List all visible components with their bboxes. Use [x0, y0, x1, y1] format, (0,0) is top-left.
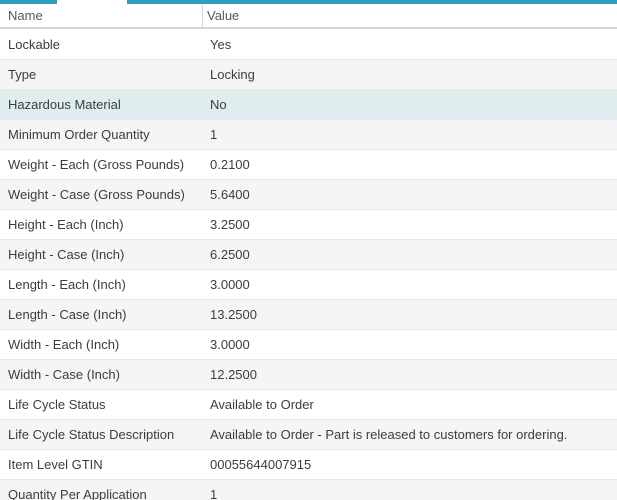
table-row[interactable]: Life Cycle StatusAvailable to Order: [0, 389, 617, 419]
attribute-name-cell: Length - Case (Inch): [0, 307, 202, 322]
table-row[interactable]: Length - Each (Inch)3.0000: [0, 269, 617, 299]
attribute-name-cell: Weight - Case (Gross Pounds): [0, 187, 202, 202]
column-header-value[interactable]: Value: [203, 8, 617, 23]
attribute-name-cell: Hazardous Material: [0, 97, 202, 112]
table-row[interactable]: Height - Case (Inch)6.2500: [0, 239, 617, 269]
attribute-name-cell: Height - Each (Inch): [0, 217, 202, 232]
table-row[interactable]: Length - Case (Inch)13.2500: [0, 299, 617, 329]
attributes-table-body: LockableYesTypeLockingHazardous Material…: [0, 29, 617, 500]
attribute-name-cell: Type: [0, 67, 202, 82]
attribute-name-cell: Height - Case (Inch): [0, 247, 202, 262]
attribute-name-cell: Life Cycle Status: [0, 397, 202, 412]
table-row[interactable]: Item Level GTIN00055644007915: [0, 449, 617, 479]
attribute-value-cell: Available to Order - Part is released to…: [202, 427, 617, 442]
attribute-value-cell: 00055644007915: [202, 457, 617, 472]
attribute-value-cell: No: [202, 97, 617, 112]
attributes-table-header: Name Value: [0, 4, 617, 29]
attribute-name-cell: Length - Each (Inch): [0, 277, 202, 292]
table-row[interactable]: Width - Case (Inch)12.2500: [0, 359, 617, 389]
attribute-value-cell: 0.2100: [202, 157, 617, 172]
table-row[interactable]: Life Cycle Status DescriptionAvailable t…: [0, 419, 617, 449]
tab-strip-segment-left: [0, 0, 57, 4]
attribute-name-cell: Minimum Order Quantity: [0, 127, 202, 142]
attribute-value-cell: Available to Order: [202, 397, 617, 412]
attributes-panel: Name Value LockableYesTypeLockingHazardo…: [0, 0, 617, 500]
attribute-name-cell: Life Cycle Status Description: [0, 427, 202, 442]
attribute-name-cell: Lockable: [0, 37, 202, 52]
table-row[interactable]: Weight - Each (Gross Pounds)0.2100: [0, 149, 617, 179]
tab-strip-segment-right: [127, 0, 617, 4]
attribute-value-cell: 6.2500: [202, 247, 617, 262]
table-row[interactable]: Minimum Order Quantity1: [0, 119, 617, 149]
table-row[interactable]: Width - Each (Inch)3.0000: [0, 329, 617, 359]
table-row[interactable]: Hazardous MaterialNo: [0, 89, 617, 119]
attribute-value-cell: 3.2500: [202, 217, 617, 232]
top-tab-strip: [0, 0, 617, 4]
attribute-value-cell: 12.2500: [202, 367, 617, 382]
table-row[interactable]: Quantity Per Application1: [0, 479, 617, 500]
attribute-name-cell: Weight - Each (Gross Pounds): [0, 157, 202, 172]
attribute-value-cell: 5.6400: [202, 187, 617, 202]
table-row[interactable]: LockableYes: [0, 29, 617, 59]
attribute-value-cell: 1: [202, 487, 617, 500]
column-header-name[interactable]: Name: [0, 4, 203, 27]
attribute-value-cell: 13.2500: [202, 307, 617, 322]
attribute-value-cell: 1: [202, 127, 617, 142]
attribute-name-cell: Width - Case (Inch): [0, 367, 202, 382]
attribute-value-cell: 3.0000: [202, 277, 617, 292]
attribute-name-cell: Quantity Per Application: [0, 487, 202, 500]
attribute-value-cell: Locking: [202, 67, 617, 82]
attribute-name-cell: Width - Each (Inch): [0, 337, 202, 352]
attribute-value-cell: Yes: [202, 37, 617, 52]
table-row[interactable]: Weight - Case (Gross Pounds)5.6400: [0, 179, 617, 209]
attribute-value-cell: 3.0000: [202, 337, 617, 352]
table-row[interactable]: TypeLocking: [0, 59, 617, 89]
attribute-name-cell: Item Level GTIN: [0, 457, 202, 472]
table-row[interactable]: Height - Each (Inch)3.2500: [0, 209, 617, 239]
